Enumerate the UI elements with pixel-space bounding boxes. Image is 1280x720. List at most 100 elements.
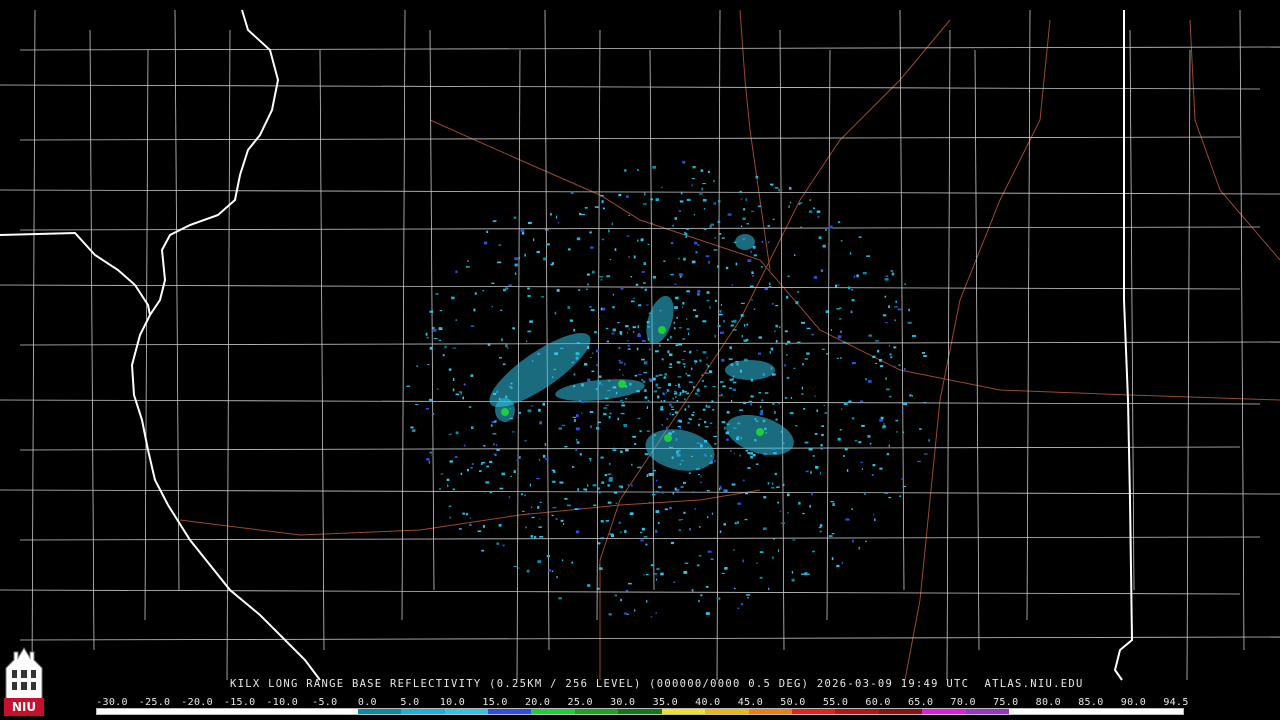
echo-pixel: [853, 275, 856, 278]
echo-pixel: [411, 429, 416, 432]
echo-pixel: [839, 429, 842, 431]
echo-pixel: [673, 327, 676, 330]
echo-pixel: [791, 571, 794, 574]
echo-pixel: [470, 467, 473, 469]
echo-pixel: [839, 307, 842, 309]
echo-pixel: [714, 459, 716, 462]
echo-pixel: [820, 444, 823, 447]
echo-pixel: [888, 305, 890, 308]
echo-pixel: [795, 301, 799, 305]
echo-pixel: [801, 393, 804, 395]
echo-pixel: [544, 228, 549, 231]
echo-pixel: [533, 238, 535, 242]
echo-pixel: [675, 296, 678, 300]
echo-pixel: [822, 244, 826, 248]
echo-pixel: [449, 516, 451, 519]
echo-pixel: [791, 578, 795, 582]
echo-pixel: [688, 472, 691, 474]
echo-pixel: [854, 440, 858, 442]
echo-pixel: [784, 364, 786, 367]
echo-pixel: [620, 399, 623, 401]
echo-pixel: [620, 598, 622, 602]
echo-pixel: [643, 282, 646, 284]
echo-pixel: [490, 424, 493, 427]
echo-pixel: [693, 386, 695, 389]
echo-pixel: [695, 392, 699, 395]
echo-pixel: [647, 243, 650, 245]
echo-pixel: [628, 328, 630, 331]
echo-pixel: [650, 564, 655, 567]
echo-pixel: [733, 453, 736, 455]
echo-pixel: [596, 363, 598, 367]
echo-pixel: [794, 254, 796, 256]
colorbar-swatch: [1096, 709, 1140, 714]
echo-pixel: [759, 576, 763, 579]
echo-pixel: [767, 482, 770, 485]
echo-pixel: [851, 289, 854, 291]
echo-pixel: [771, 487, 775, 489]
echo-pixel: [569, 319, 573, 322]
echo-pixel: [694, 508, 696, 510]
echo-pixel: [908, 308, 910, 312]
echo-pixel: [793, 367, 796, 369]
echo-pixel: [499, 487, 504, 490]
echo-pixel: [811, 550, 816, 553]
colorbar-tick-label: -30.0: [96, 697, 128, 708]
echo-pixel: [438, 488, 441, 490]
echo-pixel: [718, 313, 723, 316]
echo-pixel: [679, 426, 681, 430]
echo-pixel: [706, 299, 710, 302]
echo-pixel: [758, 336, 763, 339]
echo-pixel: [739, 454, 741, 457]
echo-pixel: [494, 454, 497, 456]
echo-pixel: [551, 262, 554, 265]
echo-pixel: [428, 398, 433, 402]
echo-pixel: [849, 252, 852, 255]
echo-pixel: [589, 306, 592, 308]
echo-pixel: [523, 494, 526, 497]
echo-pixel: [563, 522, 565, 525]
echo-pixel: [778, 188, 780, 192]
echo-pixel: [526, 569, 530, 573]
echo-pixel: [550, 213, 552, 216]
echo-pixel: [649, 380, 653, 382]
echo-pixel: [706, 356, 708, 360]
echo-pixel: [890, 270, 894, 272]
colorbar-swatch: [965, 709, 1010, 714]
echo-pixel: [657, 395, 660, 399]
echo-pixel: [795, 425, 798, 427]
echo-pixel: [891, 272, 895, 276]
echo-pixel: [884, 295, 887, 298]
echo-pixel: [625, 325, 629, 328]
echo-pixel: [527, 409, 532, 413]
echo-pixel: [741, 335, 743, 338]
echo-pixel: [767, 225, 770, 227]
echo-pixel: [704, 385, 707, 388]
echo-pixel: [579, 453, 582, 456]
colorbar-swatch: [878, 709, 923, 714]
echo-pixel: [814, 433, 818, 435]
echo-pixel: [639, 430, 642, 433]
echo-pixel: [872, 513, 875, 516]
echo-pixel: [652, 165, 657, 169]
echo-pixel: [734, 522, 737, 525]
echo-pixel: [447, 484, 449, 488]
radar-caption: KILX LONG RANGE BASE REFLECTIVITY (0.25K…: [230, 678, 1084, 690]
echo-pixel: [486, 230, 489, 233]
colorbar-swatch: [574, 709, 619, 714]
colorbar-swatch: [227, 709, 271, 714]
echo-pixel: [804, 441, 809, 444]
echo-pixel: [534, 536, 537, 539]
colorbar-swatch: [270, 709, 315, 714]
echo-pixel: [511, 431, 515, 433]
echo-pixel: [655, 198, 659, 201]
echo-pixel: [658, 374, 663, 376]
echo-pixel: [593, 504, 597, 506]
echo-pixel: [724, 426, 726, 430]
echo-pixel: [539, 518, 541, 520]
echo-pixel: [518, 412, 521, 414]
echo-pixel: [478, 470, 482, 472]
echo-pixel: [592, 352, 594, 354]
echo-pixel: [432, 326, 435, 330]
echo-pixel: [598, 491, 601, 494]
